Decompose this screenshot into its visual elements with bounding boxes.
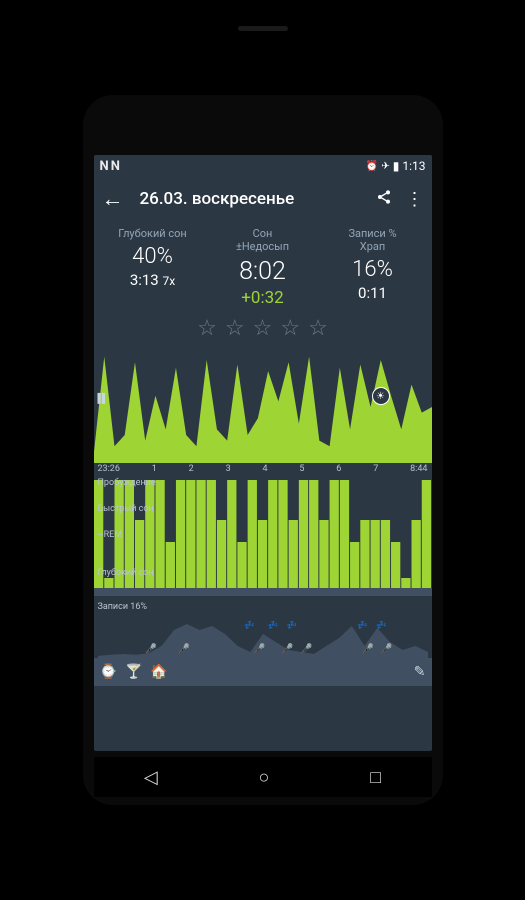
more-button[interactable]: ⋮ — [406, 189, 424, 210]
back-button[interactable]: ← — [102, 186, 124, 212]
time-tick: 8:44 — [410, 464, 427, 474]
alarm-icon: ⏰ — [366, 161, 378, 172]
star-icon[interactable]: ☆ — [253, 316, 273, 341]
stat-value: 40% — [98, 244, 208, 269]
phone-speaker — [238, 26, 288, 31]
sunrise-icon: ☀ — [372, 387, 390, 405]
svg-text:🎤: 🎤 — [145, 642, 157, 655]
phone-inner: N N ⏰ ✈ ▮ 1:13 ← 26.03. воскресенье ⋮ — [91, 103, 435, 797]
svg-text:🎤: 🎤 — [253, 642, 265, 655]
edit-button[interactable]: ✎ — [414, 664, 426, 680]
snore-svg: 🎤 🎤 🎤 🎤 🎤 🎤 🎤 💤 💤 💤 💤 💤 — [98, 614, 428, 658]
status-right: ⏰ ✈ ▮ 1:13 — [366, 159, 426, 173]
actigraph-chart[interactable]: ▌▌ ☀ — [94, 345, 432, 463]
time-tick: 2 — [189, 464, 194, 474]
star-icon[interactable]: ☆ — [225, 316, 245, 341]
phone-frame: N N ⏰ ✈ ▮ 1:13 ← 26.03. воскресенье ⋮ — [83, 95, 443, 805]
share-button[interactable] — [376, 189, 392, 210]
app-bar: ← 26.03. воскресенье ⋮ — [94, 177, 432, 221]
hypno-label-deep: Глубокий сон — [98, 568, 154, 578]
home-icon[interactable]: 🏠 — [150, 664, 167, 680]
svg-text:🎤: 🎤 — [281, 642, 293, 655]
watch-icon[interactable]: ⌚ — [100, 664, 117, 680]
hypno-label-light: Быстрый сон — [98, 504, 154, 514]
rating-stars[interactable]: ☆ ☆ ☆ ☆ ☆ — [94, 310, 432, 343]
notification-icon: N — [100, 159, 109, 174]
svg-text:💤: 💤 — [357, 621, 368, 631]
stat-sub: 0:11 — [318, 284, 428, 302]
snore-section: Записи 16% 🎤 🎤 🎤 🎤 🎤 🎤 🎤 💤 💤 💤 💤 💤 — [94, 600, 432, 658]
page-title: 26.03. воскресенье — [140, 189, 362, 209]
time-axis: 23:26 1 2 3 4 5 6 7 8:44 — [94, 464, 432, 474]
time-tick: 4 — [262, 464, 267, 474]
android-nav-bar: ◁ ○ □ — [94, 757, 432, 797]
stat-sub: 3:13 7x — [98, 271, 208, 289]
nav-home-button[interactable]: ○ — [259, 767, 270, 788]
hypnogram-chart[interactable]: Пробуждение Быстрый сон ~REM Глубокий со… — [94, 474, 432, 600]
stats-row: Глубокий сон 40% 3:13 7x Сон ±Недосып 8:… — [94, 221, 432, 310]
airplane-icon: ✈ — [381, 161, 389, 172]
svg-text:🎤: 🎤 — [178, 642, 190, 655]
hypno-svg — [94, 474, 432, 600]
svg-text:💤: 💤 — [267, 621, 278, 631]
svg-text:🎤: 🎤 — [362, 642, 374, 655]
stat-value: 8:02 — [208, 257, 318, 286]
svg-text:🎤: 🎤 — [380, 642, 392, 655]
drink-icon[interactable]: 🍸 — [125, 664, 142, 680]
pause-marker-icon: ▌▌ — [98, 393, 107, 404]
hypno-label-awake: Пробуждение — [98, 478, 156, 488]
time-tick: 5 — [299, 464, 304, 474]
stat-diff: +0:32 — [208, 288, 318, 308]
time-tick: 1 — [152, 464, 157, 474]
screen: N N ⏰ ✈ ▮ 1:13 ← 26.03. воскресенье ⋮ — [94, 155, 432, 751]
stat-sleep: Сон ±Недосып 8:02 +0:32 — [208, 227, 318, 308]
svg-text:💤: 💤 — [376, 621, 387, 631]
nav-back-button[interactable]: ◁ — [144, 767, 158, 788]
stat-label: Глубокий сон — [98, 227, 208, 240]
battery-icon: ▮ — [393, 159, 400, 173]
bottom-toolbar: ⌚ 🍸 🏠 ✎ — [94, 658, 432, 686]
time-tick: 23:26 — [98, 464, 120, 474]
status-bar: N N ⏰ ✈ ▮ 1:13 — [94, 155, 432, 177]
svg-text:🎤: 🎤 — [300, 642, 312, 655]
nav-recent-button[interactable]: □ — [370, 767, 381, 788]
stat-label: Сон ±Недосып — [208, 227, 318, 253]
time-tick: 6 — [336, 464, 341, 474]
svg-text:💤: 💤 — [244, 621, 255, 631]
star-icon[interactable]: ☆ — [308, 316, 328, 341]
stat-snore: Записи % Храп 16% 0:11 — [318, 227, 428, 308]
star-icon[interactable]: ☆ — [197, 316, 217, 341]
status-time: 1:13 — [402, 159, 425, 173]
tag-icons: ⌚ 🍸 🏠 — [100, 664, 168, 680]
star-icon[interactable]: ☆ — [280, 316, 300, 341]
time-tick: 3 — [226, 464, 231, 474]
svg-text:💤: 💤 — [286, 621, 297, 631]
stat-value: 16% — [318, 257, 428, 282]
snore-label: Записи 16% — [98, 602, 428, 612]
stat-label: Записи % Храп — [318, 227, 428, 253]
snore-chart[interactable]: 🎤 🎤 🎤 🎤 🎤 🎤 🎤 💤 💤 💤 💤 💤 — [98, 614, 428, 658]
stat-deep-sleep: Глубокий сон 40% 3:13 7x — [98, 227, 208, 308]
time-tick: 7 — [373, 464, 378, 474]
notification-icon: N — [111, 159, 120, 174]
status-left: N N — [100, 159, 120, 174]
hypno-label-rem: ~REM — [98, 530, 123, 540]
